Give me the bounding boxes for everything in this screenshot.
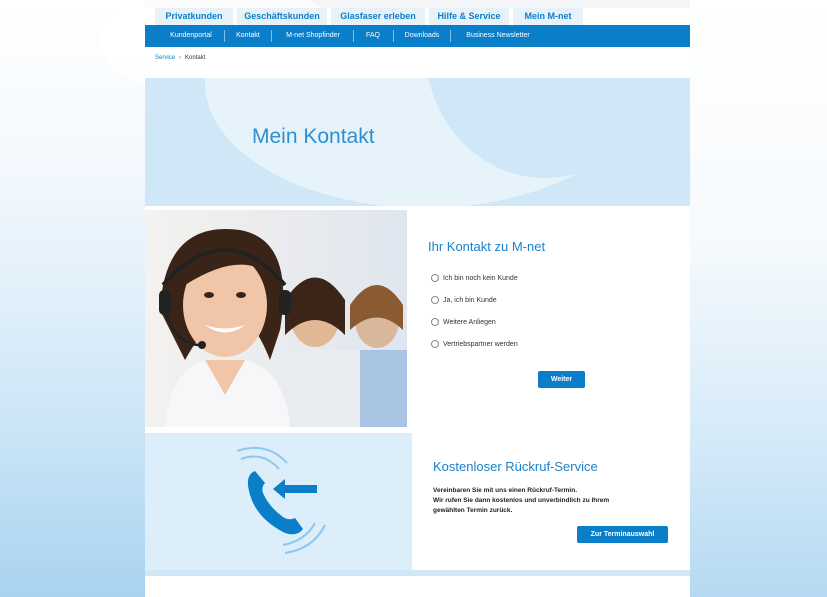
callback-description: Vereinbaren Sie mit uns einen Rückruf-Te…: [433, 486, 683, 516]
callback-line: Vereinbaren Sie mit uns einen Rückruf-Te…: [433, 487, 577, 494]
weiter-button[interactable]: Weiter: [538, 371, 585, 388]
radio-button[interactable]: [431, 274, 439, 282]
subnav-downloads[interactable]: Downloads: [398, 25, 446, 47]
contact-form: Ihr Kontakt zu M-net Ich bin noch kein K…: [407, 210, 690, 427]
subnav-divider: [271, 30, 272, 42]
background-right: [690, 0, 827, 597]
subnav-divider: [224, 30, 225, 42]
radio-option-other[interactable]: Weitere Anliegen: [431, 318, 496, 330]
subnav-divider: [393, 30, 394, 42]
subnav-divider: [353, 30, 354, 42]
callback-title: Kostenloser Rückruf-Service: [433, 459, 598, 474]
radio-option-new-customer[interactable]: Ich bin noch kein Kunde: [431, 274, 518, 286]
tab-privatkunden[interactable]: Privatkunden: [155, 8, 233, 25]
radio-label: Ich bin noch kein Kunde: [443, 274, 518, 282]
breadcrumb-service-link[interactable]: Service: [155, 55, 175, 61]
callback-panel: Kostenloser Rückruf-Service Vereinbaren …: [145, 433, 690, 570]
main-tabs: Privatkunden Geschäftskunden Glasfaser e…: [145, 8, 690, 25]
subnav-kundenportal[interactable]: Kundenportal: [160, 25, 222, 47]
tab-glasfaser[interactable]: Glasfaser erleben: [331, 8, 425, 25]
breadcrumb-current: Kontakt: [185, 55, 206, 61]
radio-button[interactable]: [431, 340, 439, 348]
subnav-divider: [450, 30, 451, 42]
next-section: [145, 576, 690, 597]
page: Privatkunden Geschäftskunden Glasfaser e…: [145, 8, 690, 597]
breadcrumb-separator: ›: [179, 55, 182, 61]
radio-label: Ja, ich bin Kunde: [443, 296, 497, 304]
contact-panel: Ihr Kontakt zu M-net Ich bin noch kein K…: [145, 210, 690, 427]
subnav-shopfinder[interactable]: M-net Shopfinder: [277, 25, 349, 47]
callback-icon-area: [145, 433, 412, 570]
tab-mein-mnet[interactable]: Mein M-net: [513, 8, 583, 25]
hero-banner: Mein Kontakt: [145, 78, 690, 206]
phone-callback-icon: [236, 447, 326, 554]
breadcrumb: Service › Kontakt: [155, 55, 205, 61]
background-left: [0, 0, 145, 597]
contact-title: Ihr Kontakt zu M-net: [428, 239, 546, 254]
subnav-faq[interactable]: FAQ: [358, 25, 388, 47]
radio-option-existing-customer[interactable]: Ja, ich bin Kunde: [431, 296, 497, 308]
subnav-kontakt[interactable]: Kontakt: [229, 25, 267, 47]
page-title: Mein Kontakt: [252, 125, 375, 148]
callback-line: gewählten Termin zurück.: [433, 507, 513, 514]
tab-geschaeftskunden[interactable]: Geschäftskunden: [237, 8, 327, 25]
subnav-newsletter[interactable]: Business Newsletter: [457, 25, 539, 47]
sub-navigation: Kundenportal Kontakt M-net Shopfinder FA…: [145, 25, 690, 47]
call-center-photo: [145, 210, 407, 427]
radio-label: Weitere Anliegen: [443, 318, 496, 326]
radio-option-partner[interactable]: Vertriebspartner werden: [431, 340, 518, 352]
callback-content: Kostenloser Rückruf-Service Vereinbaren …: [412, 433, 690, 570]
tab-hilfe-service[interactable]: Hilfe & Service: [429, 8, 509, 25]
callback-line: Wir rufen Sie dann kostenlos und unverbi…: [433, 497, 610, 504]
terminauswahl-button[interactable]: Zur Terminauswahl: [577, 526, 668, 543]
radio-button[interactable]: [431, 296, 439, 304]
radio-label: Vertriebspartner werden: [443, 340, 518, 348]
radio-button[interactable]: [431, 318, 439, 326]
